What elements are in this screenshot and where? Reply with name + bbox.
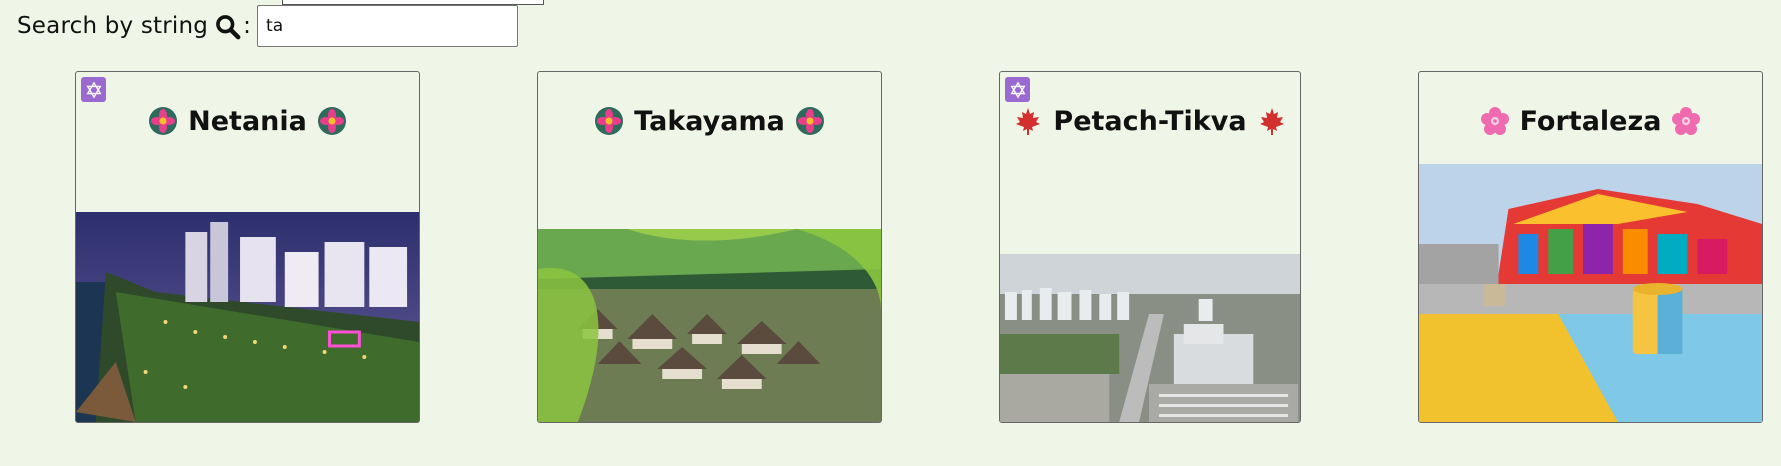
card-title: Fortaleza	[1519, 105, 1662, 137]
city-photo	[1419, 164, 1762, 422]
lotus-icon	[317, 106, 347, 136]
card-title: Takayama	[634, 105, 785, 137]
card-header: Fortaleza	[1419, 100, 1762, 142]
star-of-david-icon	[81, 77, 106, 102]
city-card-takayama[interactable]: Takayama	[537, 71, 882, 423]
card-header: Takayama	[538, 100, 881, 142]
maple-leaf-icon	[1257, 106, 1287, 136]
search-bar: Search by string :	[17, 5, 519, 47]
card-header: Petach-Tikva	[1000, 100, 1300, 142]
search-colon: :	[243, 13, 252, 39]
city-photo	[76, 212, 419, 422]
star-of-david-icon	[1005, 77, 1030, 102]
lotus-icon	[594, 106, 624, 136]
cherry-blossom-icon	[1671, 106, 1701, 136]
city-card-netania[interactable]: Netania	[75, 71, 420, 423]
search-input[interactable]	[257, 5, 519, 47]
card-title: Netania	[188, 105, 307, 137]
city-card-petach-tikva[interactable]: Petach-Tikva	[999, 71, 1301, 423]
city-photo	[1000, 254, 1300, 422]
city-card-fortaleza[interactable]: Fortaleza	[1418, 71, 1763, 423]
cherry-blossom-icon	[1480, 106, 1510, 136]
search-label: Search by string	[17, 13, 209, 39]
card-header: Netania	[76, 100, 419, 142]
search-icon	[214, 13, 241, 40]
card-title: Petach-Tikva	[1053, 105, 1247, 137]
lotus-icon	[795, 106, 825, 136]
city-photo	[538, 229, 881, 422]
maple-leaf-icon	[1013, 106, 1043, 136]
lotus-icon	[148, 106, 178, 136]
page: Search by string : ta Netania Takayama P…	[0, 0, 1781, 466]
